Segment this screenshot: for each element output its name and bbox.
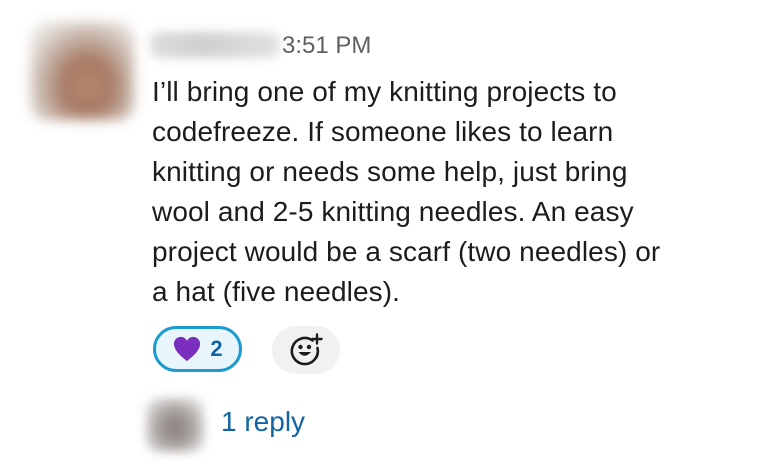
reaction-count: 2 [210, 336, 223, 361]
message-body-line: codefreeze. If someone likes to learn [152, 116, 614, 147]
message-container: 3:51 PM I’ll bring one of my knitting pr… [0, 0, 760, 473]
message-body: I’ll bring one of my knitting projects t… [152, 72, 742, 312]
purple-heart-icon [174, 336, 201, 362]
message-body-line: a hat (five needles). [152, 276, 401, 307]
sender-name-redacted[interactable] [150, 32, 280, 58]
message-body-line: project would be a scarf (two needles) o… [152, 236, 661, 267]
add-emoji-icon [290, 333, 323, 366]
message-body-line: I’ll bring one of my knitting projects t… [152, 76, 617, 107]
message-body-line: wool and 2-5 knitting needles. An easy [152, 196, 634, 227]
sender-avatar[interactable] [30, 22, 134, 120]
reply-avatar[interactable] [146, 398, 204, 452]
message-body-line: knitting or needs some help, just bring [152, 156, 628, 187]
message-timestamp[interactable]: 3:51 PM [282, 30, 371, 62]
thread-reply-link[interactable]: 1 reply [221, 404, 305, 440]
add-reaction-button[interactable] [272, 326, 340, 374]
reaction-purple-heart[interactable]: 2 [153, 326, 242, 372]
